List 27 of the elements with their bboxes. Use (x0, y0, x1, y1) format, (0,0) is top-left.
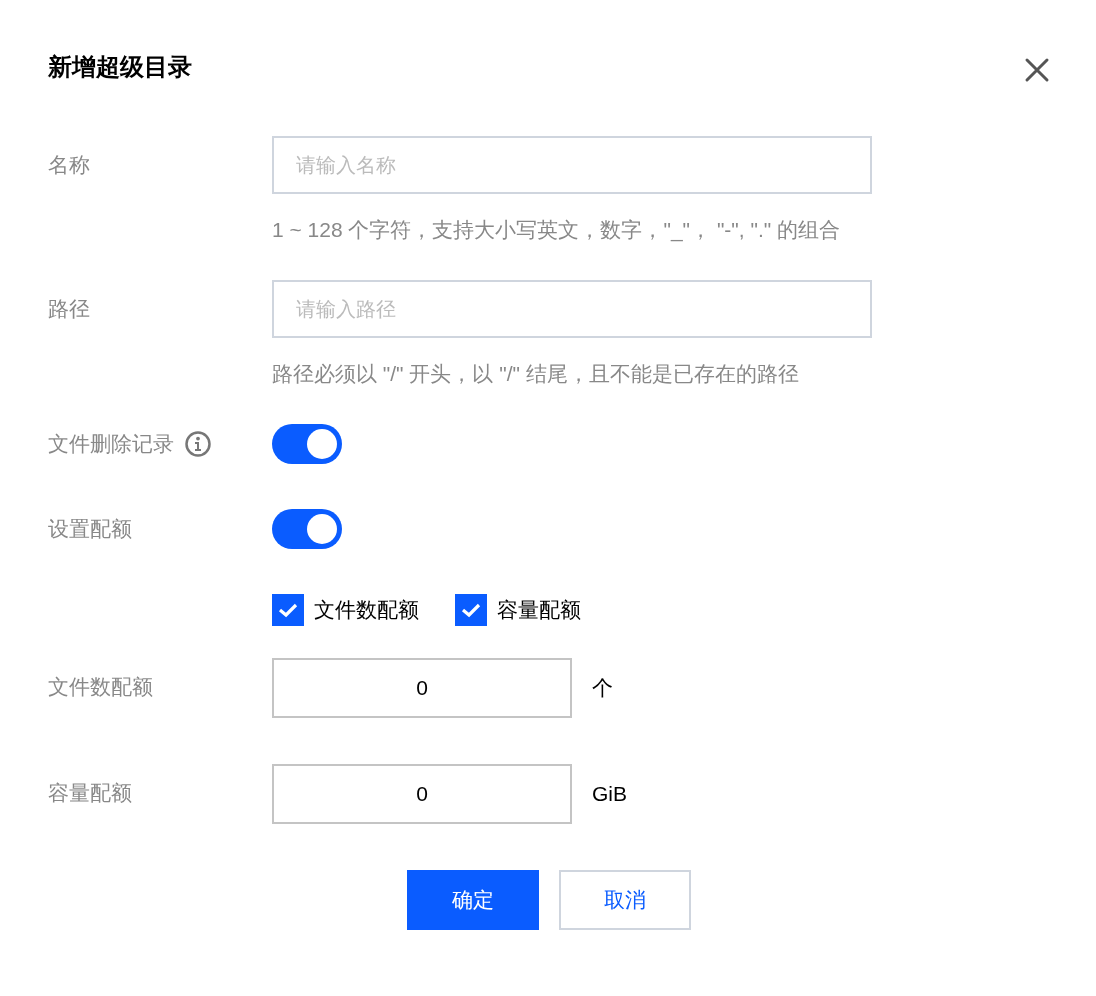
text-field[interactable]: 请输入路径 (272, 280, 872, 338)
number-field[interactable]: 0 (272, 764, 572, 824)
checkbox-label: 容量配额 (497, 597, 581, 623)
checkbox[interactable] (272, 594, 304, 626)
text-field[interactable]: 请输入名称 (272, 136, 872, 194)
confirm-button[interactable]: 确定 (407, 870, 539, 930)
field-label: 设置配额 (48, 516, 132, 542)
info-icon[interactable] (184, 430, 212, 458)
dialog-title: 新增超级目录 (48, 52, 192, 82)
unit-label: GiB (592, 782, 627, 806)
field-label: 文件数配额 (48, 674, 153, 700)
toggle-switch[interactable] (272, 509, 342, 549)
field-label: 路径 (48, 296, 90, 322)
checkbox[interactable] (455, 594, 487, 626)
checkbox-label: 文件数配额 (314, 597, 419, 623)
hint-text: 1 ~ 128 个字符，支持大小写英文，数字，"_"， "-", "." 的组合 (272, 218, 842, 242)
checkmark-icon (278, 602, 298, 618)
field-label: 名称 (48, 152, 90, 178)
unit-label: 个 (592, 675, 613, 701)
cancel-button[interactable]: 取消 (559, 870, 691, 930)
number-field[interactable]: 0 (272, 658, 572, 718)
hint-text: 路径必须以 "/" 开头，以 "/" 结尾，且不能是已存在的路径 (272, 362, 800, 386)
checkmark-icon (461, 602, 481, 618)
field-label: 文件删除记录 (48, 431, 174, 457)
close-button[interactable] (1024, 57, 1050, 83)
field-label: 容量配额 (48, 780, 132, 806)
toggle-switch[interactable] (272, 424, 342, 464)
